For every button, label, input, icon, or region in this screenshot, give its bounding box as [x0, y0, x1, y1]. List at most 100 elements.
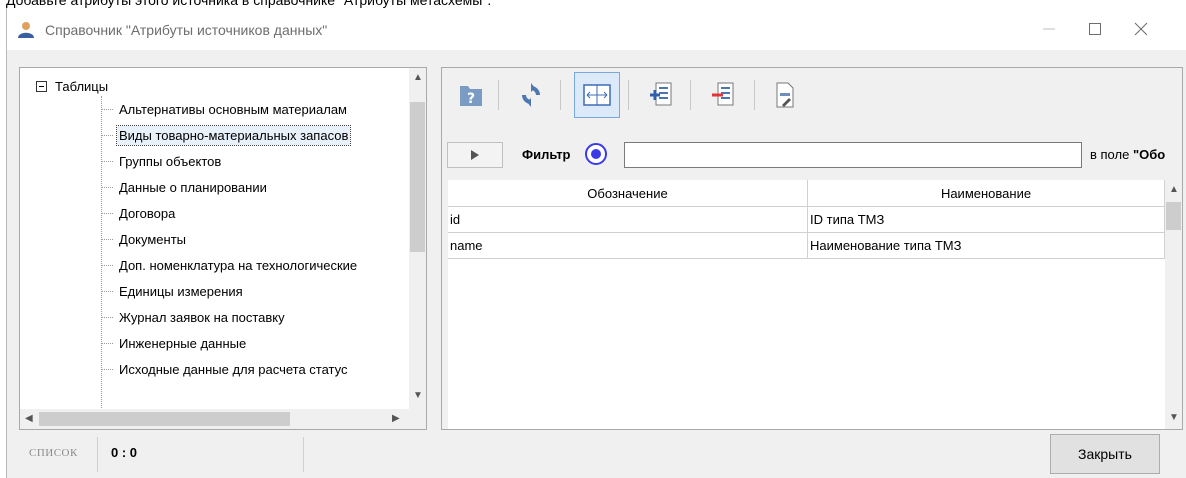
filter-field-hint: в поле "Обо: [1090, 147, 1165, 162]
close-window-button[interactable]: [1118, 8, 1164, 50]
window-title: Справочник "Атрибуты источников данных": [45, 22, 328, 38]
tree-branch: [101, 186, 113, 188]
close-icon: [1134, 22, 1148, 36]
tree-item[interactable]: Единицы измерения: [101, 278, 411, 304]
status-count: 0 : 0: [111, 445, 138, 460]
scroll-up-icon[interactable]: ▲: [1169, 184, 1179, 195]
tree-item-label: Инженерные данные: [119, 335, 247, 351]
export-icon: [776, 82, 794, 108]
apply-filter-button[interactable]: [447, 142, 503, 168]
toolbar-separator: [628, 80, 629, 110]
filter-label: Фильтр: [522, 147, 571, 162]
tree-item-selected[interactable]: Виды товарно-материальных запасов: [101, 122, 411, 148]
table-cell[interactable]: ID типа ТМЗ: [808, 207, 1165, 233]
tree-item-label: Данные о планировании: [119, 179, 267, 195]
status-list-label: СПИСОК: [29, 447, 78, 459]
tree-horizontal-scroll-thumb[interactable]: [39, 412, 290, 426]
delete-row-button[interactable]: [700, 72, 746, 118]
column-header-designation[interactable]: Обозначение: [448, 180, 808, 207]
status-separator: [303, 437, 304, 472]
tree-item-label: Виды товарно-материальных запасов: [115, 124, 352, 146]
tree-item[interactable]: Договора: [101, 200, 411, 226]
scroll-left-icon[interactable]: ◀: [25, 413, 33, 424]
filter-radio[interactable]: [585, 143, 607, 165]
table-cell[interactable]: id: [448, 207, 808, 233]
tree-item[interactable]: Группы объектов: [101, 148, 411, 174]
maximize-button[interactable]: [1072, 8, 1118, 50]
minimize-button[interactable]: [1026, 8, 1072, 50]
refresh-icon: [522, 83, 540, 107]
collapse-icon[interactable]: [36, 80, 47, 92]
tree-branch: [101, 160, 113, 162]
tree-root-node[interactable]: Таблицы: [36, 76, 108, 96]
toolbar-separator: [560, 80, 561, 110]
filter-row: Фильтр в поле "Обо: [442, 138, 1182, 170]
tree-branch: [101, 316, 113, 318]
toolbar-separator: [690, 80, 691, 110]
tree-branch: [101, 368, 113, 370]
fit-columns-button[interactable]: [574, 72, 620, 118]
tree-branch: [101, 134, 113, 136]
fit-columns-icon: [583, 84, 611, 106]
tree-item[interactable]: Исходные данные для расчета статус: [101, 356, 411, 382]
column-header-label: Наименование: [940, 185, 1032, 201]
tree-horizontal-scrollbar[interactable]: ◀ ▶: [20, 409, 409, 429]
delete-row-icon: [712, 82, 734, 106]
tree-root-label: Таблицы: [55, 78, 109, 94]
tree-branch: [101, 290, 113, 292]
tree-vertical-scrollbar[interactable]: ▲ ▼: [409, 68, 426, 409]
tree-item-label: Группы объектов: [119, 153, 222, 169]
tree-item-label: Доп. номенклатура на технологические: [119, 257, 358, 273]
scroll-up-icon[interactable]: ▲: [413, 72, 423, 83]
table-cell[interactable]: name: [448, 233, 808, 259]
tree-branch: [101, 342, 113, 344]
tree-item[interactable]: Инженерные данные: [101, 330, 411, 356]
cell-text: name: [450, 238, 483, 253]
tree-item[interactable]: Альтернативы основным материалам: [101, 96, 411, 122]
scroll-down-icon[interactable]: ▼: [413, 390, 423, 401]
help-button[interactable]: ?: [448, 72, 494, 118]
tree-item-label: Документы: [119, 231, 187, 247]
status-bar: СПИСОК 0 : 0 Закрыть: [7, 431, 1186, 478]
tree-branch: [101, 264, 113, 266]
tree-item-label: Альтернативы основным материалам: [119, 101, 347, 117]
cell-text: id: [450, 212, 461, 227]
tree-item-label: Исходные данные для расчета статус: [119, 361, 348, 377]
title-bar: Справочник "Атрибуты источников данных": [7, 8, 1186, 50]
filter-input[interactable]: [624, 142, 1082, 168]
grid-vertical-scrollbar[interactable]: ▲ ▼: [1165, 180, 1182, 429]
add-row-icon: [650, 82, 672, 106]
background-instruction-text-strip: Добавьте атрибуты этого источника в спра…: [0, 0, 1186, 8]
svg-text:?: ?: [467, 91, 475, 107]
tree-item[interactable]: Данные о планировании: [101, 174, 411, 200]
play-icon: [471, 150, 479, 160]
toolbar: ?: [442, 68, 1182, 128]
tree-item-label: Журнал заявок на поставку: [119, 309, 285, 325]
tables-tree[interactable]: Таблицы Альтернативы основным материалам…: [19, 67, 427, 430]
refresh-button[interactable]: [508, 72, 554, 118]
attributes-grid[interactable]: Обозначение Наименование id ID типа ТМЗ …: [442, 180, 1182, 429]
grid-vertical-scroll-thumb[interactable]: [1166, 202, 1181, 230]
help-icon: ?: [460, 86, 482, 107]
scroll-right-icon[interactable]: ▶: [392, 413, 400, 424]
close-button[interactable]: Закрыть: [1050, 434, 1160, 474]
minimize-icon: [1043, 28, 1055, 30]
table-cell[interactable]: Наименование типа ТМЗ: [808, 233, 1165, 259]
tree-item[interactable]: Доп. номенклатура на технологические: [101, 252, 411, 278]
column-header-label: Обозначение: [587, 185, 668, 201]
status-separator: [97, 437, 98, 472]
tree-item[interactable]: Журнал заявок на поставку: [101, 304, 411, 330]
scroll-down-icon[interactable]: ▼: [1169, 412, 1179, 423]
tree-item-label: Договора: [119, 205, 176, 221]
column-header-name[interactable]: Наименование: [808, 180, 1165, 207]
filter-field-name: "Обо: [1132, 147, 1166, 162]
tree-vertical-scroll-thumb[interactable]: [410, 102, 425, 252]
maximize-icon: [1089, 23, 1101, 35]
export-button[interactable]: [762, 72, 808, 118]
tree-item[interactable]: Документы: [101, 226, 411, 252]
background-instruction-text: Добавьте атрибуты этого источника в спра…: [6, 0, 492, 8]
add-row-button[interactable]: [638, 72, 684, 118]
toolbar-separator: [498, 80, 499, 110]
scroll-corner: [409, 409, 426, 429]
dialog-window: Справочник "Атрибуты источников данных" …: [6, 8, 1186, 478]
